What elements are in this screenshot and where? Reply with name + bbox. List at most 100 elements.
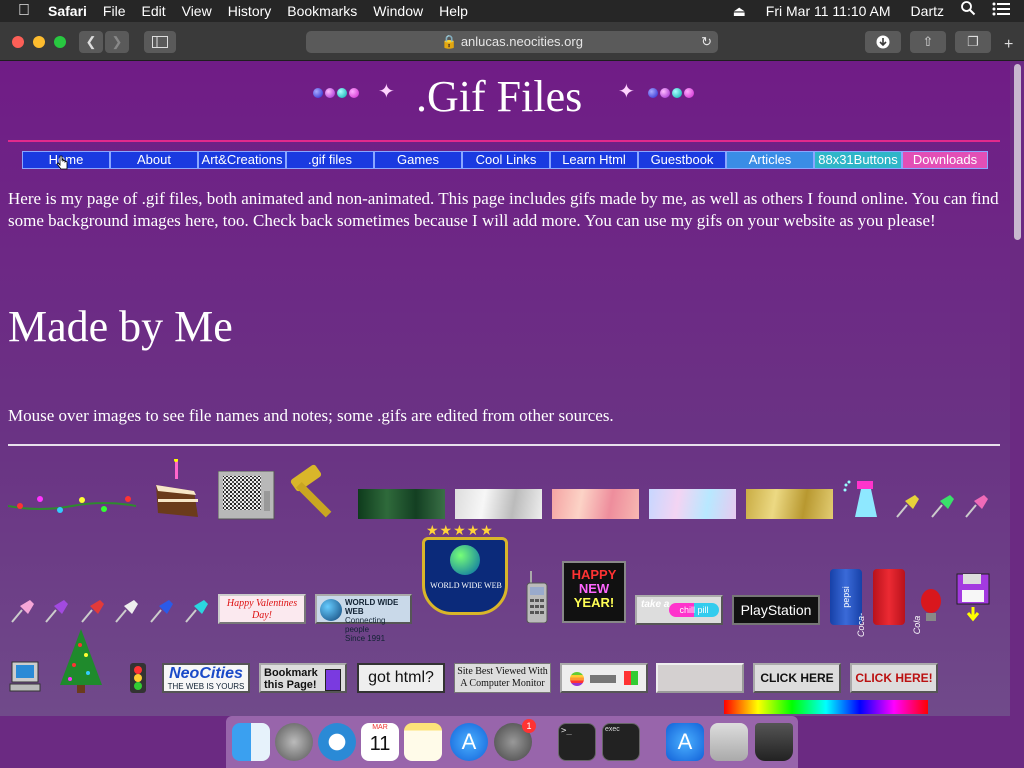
trash-icon[interactable]: [755, 723, 793, 761]
menubar-clock[interactable]: Fri Mar 11 11:10 AM: [754, 0, 903, 22]
got-html-button[interactable]: got html?: [357, 663, 445, 693]
gold-marble-gif[interactable]: [746, 489, 833, 519]
app-store-icon[interactable]: A: [450, 723, 488, 761]
cyan-pushpin-gif[interactable]: [182, 596, 210, 626]
address-bar[interactable]: 🔒 anlucas.neocities.org ↻: [306, 31, 718, 53]
minimize-window-button[interactable]: [33, 36, 45, 48]
nav-88x31buttons[interactable]: 88x31Buttons: [814, 151, 902, 169]
bookmark-this-page-button[interactable]: Bookmark this Page!: [259, 663, 347, 693]
windows-logo-icon: [624, 671, 638, 685]
back-button[interactable]: ❮: [79, 31, 103, 53]
floppy-disk-save-gif[interactable]: [956, 573, 990, 623]
address-url: anlucas.neocities.org: [460, 34, 583, 49]
happy-new-year-gif[interactable]: HAPPY NEW YEAR!: [562, 561, 626, 623]
red-lightbulb-gif[interactable]: [920, 589, 942, 625]
tab-overview-button[interactable]: ❐: [955, 31, 991, 53]
spotlight-icon[interactable]: [952, 0, 984, 22]
share-button[interactable]: ⇧: [910, 31, 946, 53]
menu-bookmarks[interactable]: Bookmarks: [279, 0, 365, 22]
take-a-chill-pill-button[interactable]: take a chill pill: [635, 595, 723, 625]
terminal-icon[interactable]: >_: [558, 723, 596, 761]
menu-app-name[interactable]: Safari: [40, 0, 95, 22]
nav-downloads[interactable]: Downloads: [902, 151, 988, 169]
menu-history[interactable]: History: [220, 0, 280, 22]
apple-menu-icon[interactable]: : [0, 0, 40, 22]
calendar-day: 11: [369, 733, 391, 755]
close-window-button[interactable]: [12, 36, 24, 48]
blue-pushpin-gif[interactable]: [147, 596, 175, 626]
nav-cool-links[interactable]: Cool Links: [462, 151, 550, 169]
calendar-icon[interactable]: MAR 11: [361, 723, 399, 761]
nav-learn-html[interactable]: Learn Html: [550, 151, 638, 169]
eject-icon[interactable]: ⏏: [725, 0, 754, 22]
white-marble-gif[interactable]: [455, 489, 542, 519]
yellow-pushpin-gif[interactable]: [893, 491, 921, 521]
purple-pushpin-gif[interactable]: [42, 596, 70, 626]
hand-cursor-icon: [56, 155, 68, 170]
world-wide-web-badge-gif[interactable]: ★★★★★ WORLD WIDE WEB: [420, 523, 512, 623]
menu-help[interactable]: Help: [431, 0, 476, 22]
neocities-button[interactable]: NeoCities THE WEB IS YOURS: [162, 663, 250, 693]
click-here-red-button[interactable]: CLICK HERE!: [850, 663, 938, 693]
web-page: ✦ .Gif Files ✦ Home About Art&Creations …: [0, 61, 1010, 716]
pink-marble-gif[interactable]: [552, 489, 639, 519]
finder-icon[interactable]: [232, 723, 270, 761]
sparkle-icon: ✦: [378, 81, 395, 103]
computer-icon-gif[interactable]: [8, 661, 42, 693]
apple-logo-icon: [570, 672, 584, 686]
applications-folder-icon[interactable]: A: [666, 723, 704, 761]
menu-edit[interactable]: Edit: [133, 0, 173, 22]
apple-gun-windows-button[interactable]: [560, 663, 648, 693]
valentines-day-button[interactable]: Happy Valentines Day!: [218, 594, 306, 624]
tv-static-gif[interactable]: [217, 470, 278, 521]
spray-bottle-gif[interactable]: [843, 479, 883, 519]
pink-pushpin-gif[interactable]: [8, 596, 36, 626]
sidebar-toggle-icon[interactable]: [144, 31, 176, 53]
forward-button[interactable]: ❯: [105, 31, 129, 53]
system-preferences-icon[interactable]: 1: [494, 719, 536, 761]
page-scrollbar-thumb[interactable]: [1014, 64, 1021, 240]
world-wide-web-since-1991-button[interactable]: WORLD WIDE WEB Connecting people Since 1…: [315, 594, 412, 643]
documents-icon[interactable]: [710, 723, 748, 761]
traffic-light-gif[interactable]: [124, 662, 152, 694]
christmas-tree-gif[interactable]: [58, 629, 104, 693]
nav-gif-files[interactable]: .gif files: [286, 151, 374, 169]
notes-icon[interactable]: [404, 723, 442, 761]
safari-icon[interactable]: [318, 723, 356, 761]
menu-window[interactable]: Window: [365, 0, 431, 22]
christmas-lights-gif[interactable]: [7, 486, 137, 516]
nav-guestbook[interactable]: Guestbook: [638, 151, 726, 169]
best-viewed-with-monitor-button[interactable]: Site Best Viewed With A Computer Monitor: [454, 663, 551, 693]
gavel-gif[interactable]: [287, 459, 349, 519]
playstation-button[interactable]: PlayStation: [732, 595, 820, 625]
launchpad-icon[interactable]: [275, 723, 313, 761]
downloads-button[interactable]: [865, 31, 901, 53]
green-marble-gif[interactable]: [358, 489, 445, 519]
coca-cola-can-gif[interactable]: Coca-Cola: [856, 569, 922, 637]
nav-about[interactable]: About: [110, 151, 198, 169]
menubar-user[interactable]: Dartz: [903, 0, 952, 22]
nav-art-creations[interactable]: Art&Creations: [198, 151, 286, 169]
blank-button-gif[interactable]: [656, 663, 744, 693]
page-title: .Gif Files: [416, 72, 583, 121]
reload-icon[interactable]: ↻: [701, 31, 712, 53]
pink-pushpin-gif[interactable]: [962, 491, 990, 521]
hny-line-3: YEAR!: [573, 595, 615, 610]
click-here-button[interactable]: CLICK HERE: [753, 663, 841, 693]
cell-phone-gif[interactable]: [525, 571, 549, 624]
green-pushpin-gif[interactable]: [928, 491, 956, 521]
new-tab-button[interactable]: +: [1004, 36, 1013, 54]
exec-icon[interactable]: exec: [602, 723, 640, 761]
pastel-marble-gif[interactable]: [649, 489, 736, 519]
zoom-window-button[interactable]: [54, 36, 66, 48]
birthday-cake-gif[interactable]: [154, 458, 200, 519]
www-line-2: Connecting people: [345, 616, 386, 634]
nav-games[interactable]: Games: [374, 151, 462, 169]
white-pushpin-gif[interactable]: [112, 596, 140, 626]
hny-line-1: HAPPY: [571, 567, 617, 582]
menu-view[interactable]: View: [174, 0, 220, 22]
menu-file[interactable]: File: [95, 0, 134, 22]
nav-articles[interactable]: Articles: [726, 151, 814, 169]
red-pushpin-gif[interactable]: [78, 596, 106, 626]
notification-center-icon[interactable]: [984, 0, 1024, 22]
